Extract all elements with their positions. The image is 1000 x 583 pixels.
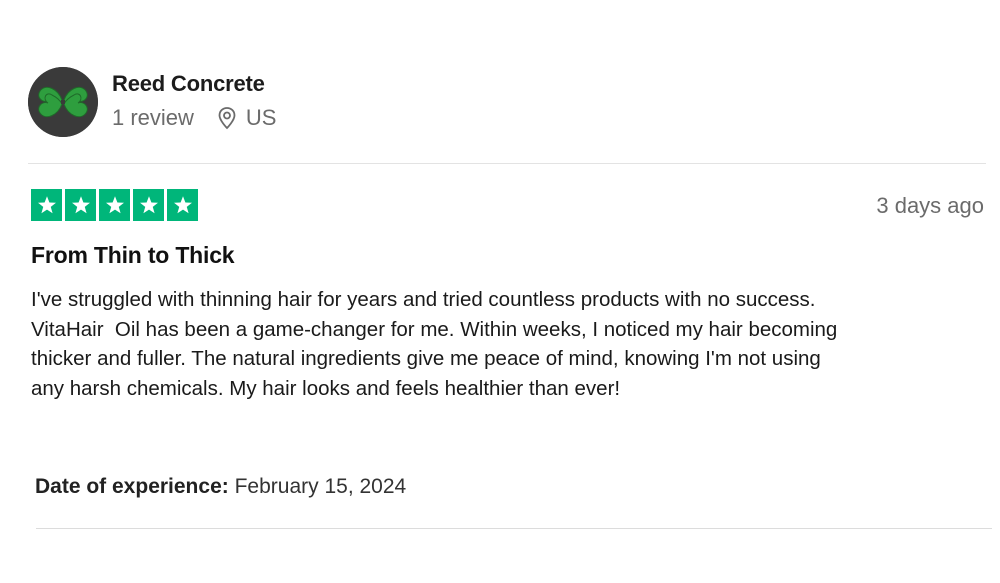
- review-posted-date: 3 days ago: [876, 193, 984, 218]
- star-icon: [99, 189, 130, 221]
- reviewer-avatar[interactable]: [28, 67, 98, 137]
- reviewer-name[interactable]: Reed Concrete: [112, 71, 265, 97]
- star-icon: [31, 189, 62, 221]
- review-body: I've struggled with thinning hair for ye…: [31, 288, 838, 400]
- date-of-experience: Date of experience: February 15, 2024: [35, 475, 406, 499]
- experience-label: Date of experience:: [35, 475, 229, 498]
- divider: [36, 528, 992, 529]
- reviewer-meta: 1 review US: [112, 105, 276, 131]
- divider: [28, 163, 986, 164]
- reviewer-country: US: [245, 105, 277, 130]
- clover-icon: [28, 67, 98, 137]
- star-icon: [167, 189, 198, 221]
- review-title[interactable]: From Thin to Thick: [31, 242, 235, 269]
- star-rating: [31, 189, 198, 221]
- star-icon: [133, 189, 164, 221]
- experience-date: February 15, 2024: [234, 475, 407, 498]
- review-count: 1 review: [112, 105, 194, 130]
- star-icon: [65, 189, 96, 221]
- location-pin-icon: [216, 106, 238, 130]
